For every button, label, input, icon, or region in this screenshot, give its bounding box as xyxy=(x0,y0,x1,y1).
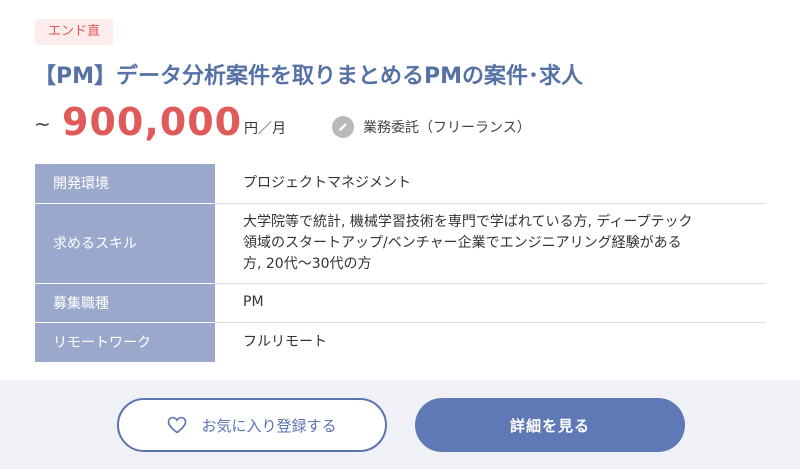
add-favorite-button[interactable]: お気に入り登録する xyxy=(117,398,387,452)
detail-row: リモートワーク フルリモート xyxy=(35,322,766,362)
detail-label: 開発環境 xyxy=(35,164,215,204)
detail-value-line: 大学院等で統計, 機械学習技術を専門で学ばれている方, ディープテック xyxy=(243,213,693,230)
contract-type-label: 業務委託（フリーランス） xyxy=(363,120,531,136)
detail-label: 募集職種 xyxy=(35,283,215,323)
detail-value: フルリモート xyxy=(243,333,327,350)
job-details-table: 開発環境 プロジェクトマネジメント 求めるスキル 大学院等で統計, 機械学習技術… xyxy=(35,164,766,362)
detail-value: 大学院等で統計, 機械学習技術を専門で学ばれている方, ディープテック 領域のス… xyxy=(215,203,766,284)
job-card: エンド直 【PM】データ分析案件を取りまとめるPMの案件･求人 ~ 900,00… xyxy=(0,0,800,380)
price-prefix: ~ xyxy=(34,112,51,136)
detail-value: PM xyxy=(215,283,766,323)
price-unit: 円／月 xyxy=(244,121,286,137)
job-title[interactable]: 【PM】データ分析案件を取りまとめるPMの案件･求人 xyxy=(34,60,774,94)
price-row: ~ 900,000 円／月 業務委託（フリーランス） xyxy=(34,98,774,148)
price-amount: 900,000 xyxy=(62,100,243,144)
direct-client-badge: エンド直 xyxy=(35,19,114,45)
view-details-button[interactable]: 詳細を見る xyxy=(415,398,685,452)
detail-value-line: 領域のスタートアップ/ベンチャー企業でエンジニアリング経験がある xyxy=(243,234,682,251)
detail-value-line: 方, 20代～30代の方 xyxy=(243,255,372,272)
detail-label: 求めるスキル xyxy=(35,203,215,284)
heart-icon xyxy=(167,416,187,434)
detail-value: プロジェクトマネジメント xyxy=(215,164,766,204)
detail-label: リモートワーク xyxy=(35,322,215,362)
detail-row: 開発環境 プロジェクトマネジメント xyxy=(35,164,766,204)
detail-row: 求めるスキル 大学院等で統計, 機械学習技術を専門で学ばれている方, ディープテ… xyxy=(35,203,766,284)
contract-type: 業務委託（フリーランス） xyxy=(332,115,531,139)
pen-icon xyxy=(332,116,354,138)
add-favorite-label: お気に入り登録する xyxy=(201,416,337,435)
detail-row: 募集職種 PM xyxy=(35,283,766,323)
